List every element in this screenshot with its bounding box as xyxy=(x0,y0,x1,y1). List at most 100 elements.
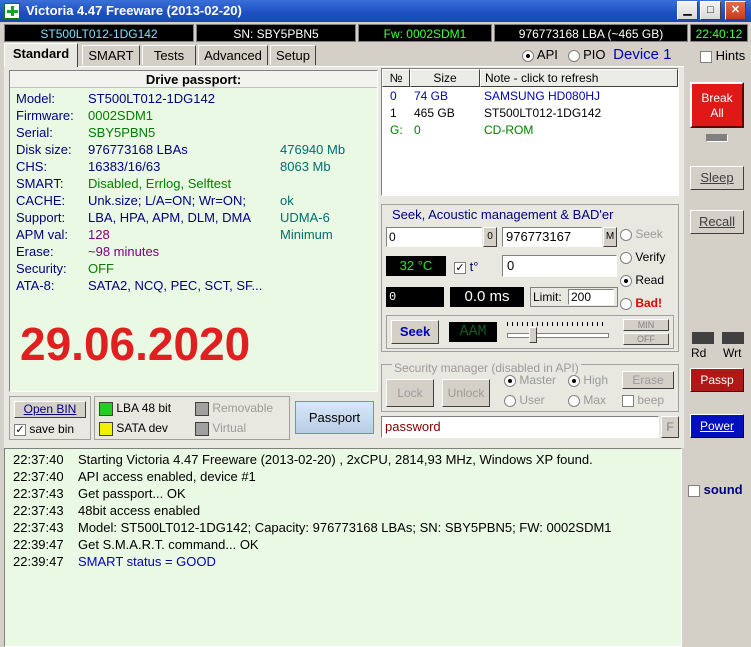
slider-thumb[interactable] xyxy=(529,327,537,343)
master-option[interactable]: Master xyxy=(504,373,556,387)
log-message: Get S.M.A.R.T. command... OK xyxy=(78,537,259,552)
power-button[interactable]: Power xyxy=(690,414,744,438)
passport-value: LBA, HPA, APM, DLM, DMA xyxy=(88,210,252,225)
col-number[interactable]: № xyxy=(382,69,410,87)
password-f-button[interactable]: F xyxy=(661,416,679,438)
tab-standard[interactable]: Standard xyxy=(4,43,78,67)
passport-label: ATA-8: xyxy=(16,278,55,293)
device-label[interactable]: Device 1 xyxy=(613,46,671,63)
passport-label: SMART: xyxy=(16,176,64,191)
sound-checkbox[interactable] xyxy=(688,484,700,497)
beep-label: beep xyxy=(637,393,665,407)
tab-advanced[interactable]: Advanced xyxy=(198,45,268,65)
log-time: 22:39:47 xyxy=(13,554,64,569)
wrt-label: Wrt xyxy=(723,346,742,360)
log-time: 22:37:40 xyxy=(13,469,64,484)
seek-button[interactable]: Seek xyxy=(391,320,439,344)
save-bin-toggle[interactable]: ✓ save bin xyxy=(14,422,74,436)
max-option[interactable]: Max xyxy=(568,393,606,407)
aam-off-button[interactable]: OFF xyxy=(623,333,669,345)
status-serial: SN: SBY5PBN5 xyxy=(196,24,356,42)
passport-label: Serial: xyxy=(16,125,53,140)
limit-input[interactable]: 200 xyxy=(568,289,614,305)
unlock-button[interactable]: Unlock xyxy=(442,379,490,407)
log-panel[interactable]: 22:37:40 Starting Victoria 4.47 Freeware … xyxy=(4,448,682,647)
seek-title: Seek, Acoustic management & BAD'er xyxy=(392,207,614,222)
save-bin-checkbox[interactable]: ✓ xyxy=(14,423,26,436)
password-input[interactable]: password xyxy=(381,416,659,438)
user-option[interactable]: User xyxy=(504,393,545,407)
aam-slider[interactable] xyxy=(507,322,609,343)
mode-verify-radio[interactable] xyxy=(620,251,632,264)
hints-checkbox[interactable] xyxy=(700,50,712,63)
drive-note: CD-ROM xyxy=(484,123,534,137)
seek-start-input[interactable]: 0 xyxy=(386,227,482,247)
temp-checkbox[interactable]: ✓ xyxy=(454,261,466,274)
maximize-button[interactable]: □ xyxy=(700,1,721,20)
seek-end-input[interactable]: 976773167 xyxy=(502,227,602,247)
drive-number: 0 xyxy=(390,89,397,103)
sound-toggle[interactable]: sound xyxy=(688,482,743,497)
status-clock: 22:40:12 xyxy=(690,24,748,42)
status-lba: 976773168 LBA (~465 GB) xyxy=(494,24,688,42)
user-label: User xyxy=(519,393,545,407)
rd-indicator xyxy=(692,332,714,344)
log-time: 22:37:43 xyxy=(13,486,64,501)
log-message: Get passport... OK xyxy=(78,486,186,501)
rd-label: Rd xyxy=(691,346,707,360)
passport-extra: ok xyxy=(280,193,294,208)
log-lines: 22:37:40 Starting Victoria 4.47 Freeware … xyxy=(13,452,612,571)
tab-tests[interactable]: Tests xyxy=(142,45,196,65)
mode-read-radio[interactable] xyxy=(620,274,632,287)
seek-start-button[interactable]: 0 xyxy=(483,227,497,247)
mode-seek-radio[interactable] xyxy=(620,228,632,241)
lock-button[interactable]: Lock xyxy=(386,379,434,407)
passport-extra: 8063 Mb xyxy=(280,159,331,174)
col-note[interactable]: Note - click to refresh xyxy=(480,69,678,87)
break-all-button[interactable]: Break All xyxy=(690,82,744,128)
passport-label: Firmware: xyxy=(16,108,74,123)
limit-group: Limit: 200 xyxy=(530,287,618,307)
break-indicator xyxy=(706,134,728,142)
log-message: Model: ST500LT012-1DG142; Capacity: 9767… xyxy=(78,520,612,535)
tab-smart[interactable]: SMART xyxy=(82,45,140,65)
high-option[interactable]: High xyxy=(568,373,608,387)
open-bin-button[interactable]: Open BIN xyxy=(14,401,86,418)
mode-seek-label: Seek xyxy=(635,227,663,241)
passport-value: Unk.size; L/A=ON; Wr=ON; xyxy=(88,193,246,208)
passp-button[interactable]: Passp xyxy=(690,368,744,392)
mode-bad-radio[interactable] xyxy=(620,297,632,310)
passport-label: Support: xyxy=(16,210,66,225)
api-radio[interactable] xyxy=(522,49,534,62)
seek-field[interactable]: 0 xyxy=(502,255,617,277)
passport-button[interactable]: Passport xyxy=(295,401,374,434)
passport-label: CHS: xyxy=(16,159,48,174)
drive-row[interactable]: G: 0 CD-ROM xyxy=(382,123,678,140)
passport-value: 976773168 LBAs xyxy=(88,142,188,157)
log-entry: 22:39:47 Get S.M.A.R.T. command... OK xyxy=(13,537,612,554)
temp-toggle[interactable]: ✓ t° xyxy=(454,259,478,274)
lba48-indicator xyxy=(99,401,113,416)
pio-radio[interactable] xyxy=(567,49,580,62)
removable-label: Removable xyxy=(212,401,274,415)
passport-value: 16383/16/63 xyxy=(88,159,161,174)
high-label: High xyxy=(583,373,609,387)
drive-row[interactable]: 0 74 GB SAMSUNG HD080HJ xyxy=(382,89,678,106)
tab-setup[interactable]: Setup xyxy=(270,45,316,65)
seek-end-button[interactable]: M xyxy=(603,227,617,247)
drive-table[interactable]: № Size Note - click to refresh 0 74 GB SAM… xyxy=(381,68,679,196)
title-bar[interactable]: Victoria 4.47 Freeware (2013-02-20) ▁ □ … xyxy=(0,0,751,22)
passport-extra: 476940 Mb xyxy=(280,142,346,157)
hints-toggle[interactable]: Hints xyxy=(700,48,745,63)
minimize-button[interactable]: ▁ xyxy=(677,1,698,20)
close-button[interactable]: ✕ xyxy=(725,1,746,20)
erase-button[interactable]: Erase xyxy=(622,371,674,389)
beep-option[interactable]: beep xyxy=(622,393,664,407)
sleep-button[interactable]: Sleep xyxy=(690,166,744,190)
mode-read-label: Read xyxy=(635,273,665,287)
aam-min-button[interactable]: MIN xyxy=(623,319,669,331)
drive-row[interactable]: 1 465 GB ST500LT012-1DG142 xyxy=(382,106,678,123)
passport-label: Model: xyxy=(16,91,56,106)
col-size[interactable]: Size xyxy=(410,69,480,87)
recall-button[interactable]: Recall xyxy=(690,210,744,234)
